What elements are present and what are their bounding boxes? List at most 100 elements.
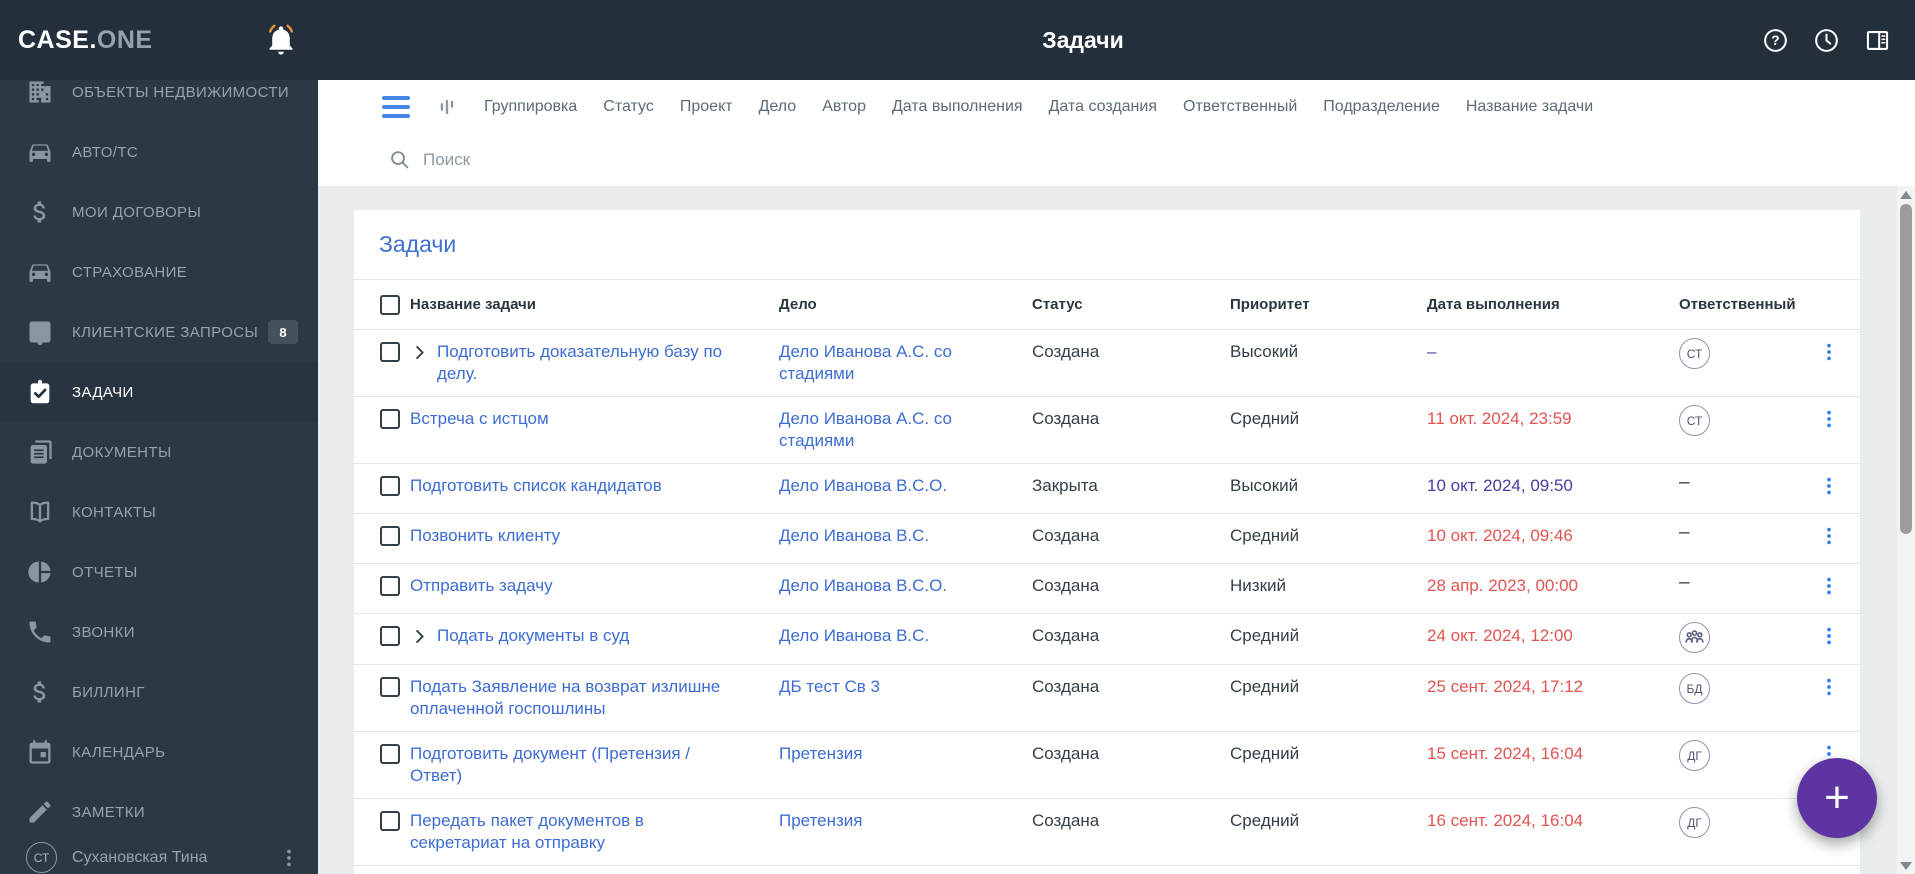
table-row: Подготовить документ (Претензия / Ответ)… [354,732,1860,799]
real-estate-icon [26,78,54,106]
row-actions-kebab-icon[interactable] [1818,471,1840,501]
row-actions-kebab-icon[interactable] [1818,521,1840,551]
task-name-link[interactable]: Подать документы в суд [437,625,629,647]
documents-icon [26,438,54,466]
task-name-link[interactable]: Передать пакет документов в секретариат … [410,810,735,854]
row-checkbox[interactable] [380,526,400,546]
select-all-checkbox[interactable] [380,294,400,315]
row-checkbox[interactable] [380,744,400,764]
sidebar-item-documents[interactable]: ДОКУМЕНТЫ [0,422,318,482]
expand-chevron-icon[interactable] [410,627,429,646]
task-name-link[interactable]: Подготовить список кандидатов [410,475,662,497]
top-bar: CASE. ONE Задачи ? [0,0,1915,80]
case-link[interactable]: Претензия [779,744,863,763]
sidebar-item-billing[interactable]: БИЛЛИНГ [0,662,318,722]
sidebar: ОБЪЕКТЫ НЕДВИЖИМОСТИ АВТО/ТС МОИ ДОГОВОРЫ С… [0,0,318,874]
row-checkbox[interactable] [380,626,400,646]
priority-value: Средний [1230,526,1300,545]
row-actions-kebab-icon[interactable] [1818,621,1840,651]
history-clock-icon[interactable] [1813,27,1840,54]
filter-дата-создания[interactable]: Дата создания [1049,98,1157,116]
search-input[interactable] [423,149,1323,170]
task-name-link[interactable]: Отправить задачу [410,575,553,597]
task-name-link[interactable]: Подать Заявление на возврат излишне опла… [410,676,735,720]
scroll-up-arrow-icon[interactable] [1900,191,1912,199]
add-task-fab[interactable]: + [1797,758,1877,838]
notifications-bell-icon[interactable] [264,22,298,58]
column-header: Ответственный [1679,295,1796,313]
menu-hamburger-icon[interactable] [382,95,410,118]
reports-icon [26,558,54,586]
column-settings-icon[interactable] [436,95,458,119]
filter-panel: Группировка Статус Проект Дело Автор Дата вып… [318,80,1915,186]
app-logo[interactable]: CASE. ONE [18,0,153,80]
help-icon[interactable]: ? [1762,27,1789,54]
filter-ответственный[interactable]: Ответственный [1183,98,1297,116]
sidebar-item-client-requests[interactable]: КЛИЕНТСКИЕ ЗАПРОСЫ 8 [0,302,318,362]
count-badge: 8 [268,320,298,344]
sidebar-item-contacts[interactable]: КОНТАКТЫ [0,482,318,542]
filter-дата-выполнения[interactable]: Дата выполнения [892,98,1023,116]
assignee-empty-dash: – [1679,472,1690,493]
case-link[interactable]: Дело Иванова В.С.О. [779,476,947,495]
row-checkbox[interactable] [380,811,400,831]
table-row: Подготовить доказательную базу по делу. Д… [354,330,1860,397]
search-row [318,133,1915,186]
status-value [1032,866,1230,874]
filter-дело[interactable]: Дело [759,98,797,116]
sidebar-item-reports[interactable]: ОТЧЕТЫ [0,542,318,602]
layout-columns-icon[interactable] [1864,27,1891,54]
row-checkbox[interactable] [380,576,400,596]
status-value: Закрыта [1032,476,1098,495]
task-name-link[interactable]: Встреча с истцом [410,408,549,430]
calendar-icon [26,738,54,766]
row-actions-kebab-icon[interactable] [1818,672,1840,702]
priority-value: Средний [1230,409,1300,428]
tasks-card: Задачи Название задачи Дело Статус Приорите… [354,210,1860,874]
row-actions-kebab-icon[interactable] [1818,337,1840,367]
billing-icon [26,678,54,706]
case-link[interactable]: Дело Иванова В.С. [779,626,929,645]
user-kebab-icon[interactable] [278,845,300,871]
task-name-link[interactable]: Подготовить доказательную базу по делу. [437,341,735,385]
filter-подразделение[interactable]: Подразделение [1323,98,1440,116]
case-link[interactable]: Дело Иванова А.С. со стадиями [779,409,952,450]
expand-chevron-icon[interactable] [410,343,429,362]
vertical-scrollbar[interactable] [1897,186,1915,874]
sidebar-item-insurance[interactable]: СТРАХОВАНИЕ [0,242,318,302]
row-checkbox[interactable] [380,409,400,429]
row-checkbox[interactable] [380,677,400,697]
row-checkbox[interactable] [380,342,400,362]
case-link[interactable]: Дело Иванова А.С. со стадиями [779,342,952,383]
row-actions-kebab-icon[interactable] [1818,404,1840,434]
sidebar-item-notes[interactable]: ЗАМЕТКИ [0,782,318,842]
filter-проект[interactable]: Проект [680,98,733,116]
row-checkbox[interactable] [380,476,400,496]
scroll-down-arrow-icon[interactable] [1900,862,1912,870]
top-icon-group: ? [1762,0,1891,80]
table-row: Встреча с истцом Дело Иванова А.С. со ста… [354,397,1860,464]
filter-статус[interactable]: Статус [603,98,654,116]
sidebar-item-car[interactable]: АВТО/ТС [0,122,318,182]
due-date-value: 11 окт. 2024, 23:59 [1427,409,1572,428]
case-link[interactable]: Дело Иванова В.С.О. [779,576,947,595]
sidebar-item-tasks[interactable]: ЗАДАЧИ [0,362,318,422]
task-name-link[interactable]: Позвонить клиенту [410,525,560,547]
user-menu[interactable]: СТ Сухановская Тина [0,842,318,874]
case-link[interactable]: Претензия [779,811,863,830]
sidebar-item-calls[interactable]: ЗВОНКИ [0,602,318,662]
status-value: Создана [1032,626,1100,645]
scrollbar-thumb[interactable] [1900,204,1912,534]
sidebar-item-label: МОИ ДОГОВОРЫ [72,203,202,221]
filter-группировка[interactable]: Группировка [484,98,577,116]
sidebar-item-contracts[interactable]: МОИ ДОГОВОРЫ [0,182,318,242]
case-link[interactable]: ДБ тест Св 3 [779,677,880,696]
sidebar-item-label: ОТЧЕТЫ [72,563,138,581]
table-row: Подать документы в суд Дело Иванова В.С. С… [354,614,1860,665]
sidebar-item-calendar[interactable]: КАЛЕНДАРЬ [0,722,318,782]
task-name-link[interactable]: Подготовить документ (Претензия / Ответ) [410,743,735,787]
case-link[interactable]: Дело Иванова В.С. [779,526,929,545]
row-actions-kebab-icon[interactable] [1818,571,1840,601]
filter-автор[interactable]: Автор [822,98,866,116]
filter-название-задачи[interactable]: Название задачи [1466,98,1593,116]
